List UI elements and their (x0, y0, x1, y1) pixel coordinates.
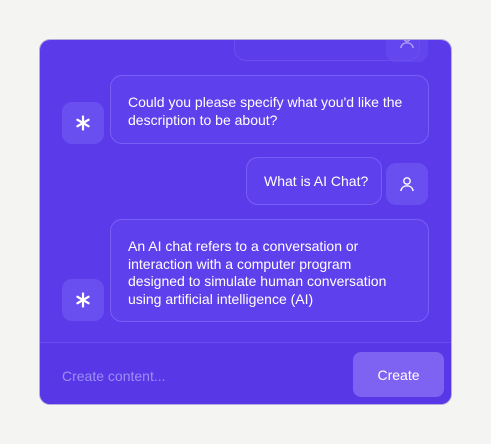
message-text: What is AI Chat? (264, 173, 369, 189)
chat-panel: Could you please specify what you'd like… (40, 40, 451, 404)
user-message: What is AI Chat? (246, 157, 382, 205)
asterisk-icon (76, 115, 90, 131)
app-frame: Could you please specify what you'd like… (0, 0, 491, 444)
user-icon (400, 177, 414, 192)
composer-bar: Create (40, 342, 451, 404)
assistant-avatar (62, 279, 104, 321)
assistant-message: An AI chat refers to a conversation or i… (110, 219, 429, 322)
user-icon (400, 40, 414, 49)
create-button[interactable]: Create (353, 352, 444, 397)
user-avatar (386, 40, 428, 62)
assistant-avatar (62, 102, 104, 144)
message-list[interactable]: Could you please specify what you'd like… (40, 40, 451, 342)
assistant-message: Could you please specify what you'd like… (110, 75, 429, 144)
user-avatar (386, 163, 428, 205)
content-input[interactable] (60, 365, 324, 387)
asterisk-icon (76, 292, 90, 308)
message-text: An AI chat refers to a conversation or i… (128, 238, 387, 307)
message-text: Could you please specify what you'd like… (128, 94, 403, 128)
